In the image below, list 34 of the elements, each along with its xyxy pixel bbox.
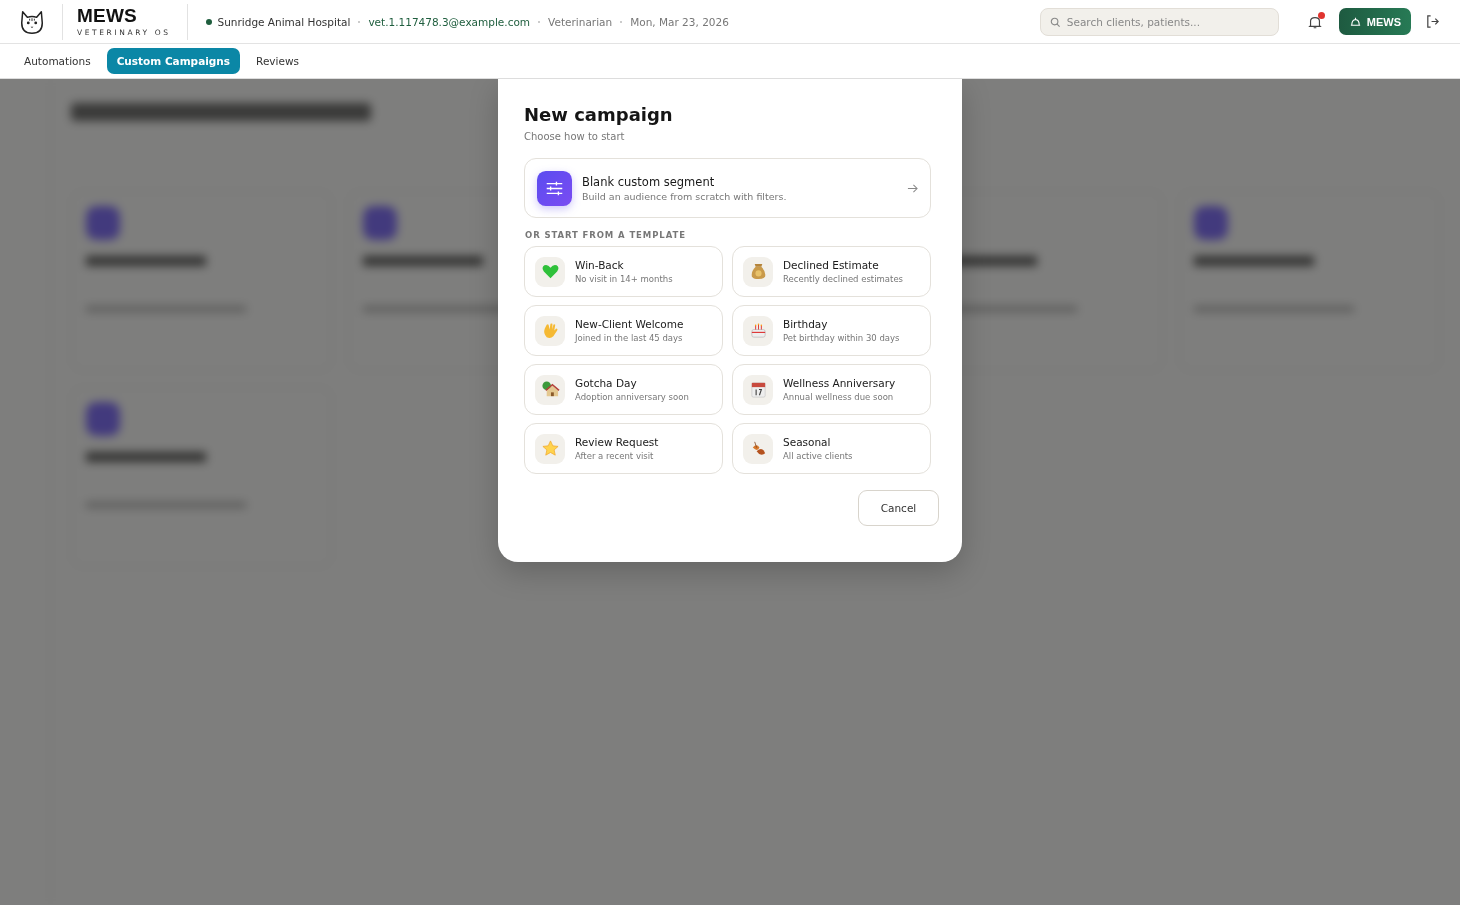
clinic-name: Sunridge Animal Hospital <box>217 15 351 28</box>
user-role: Veterinarian <box>548 15 613 28</box>
star-icon <box>540 439 560 458</box>
template-option[interactable]: Seasonal All active clients <box>732 423 931 474</box>
brand-name: MEWS <box>77 6 138 26</box>
logout-icon[interactable] <box>1425 14 1440 29</box>
sliders-icon <box>537 170 572 206</box>
search-field[interactable]: Search clients, patients... <box>1039 7 1279 36</box>
heart-icon <box>540 262 560 281</box>
template-option[interactable]: New-Client Welcome Joined in the last 45 days <box>524 305 723 356</box>
user-email: vet.1.117478.3@example.com <box>368 15 531 28</box>
tab[interactable]: Custom Campaigns <box>106 48 241 74</box>
tab[interactable]: Reviews <box>246 48 309 74</box>
arrow-right-icon <box>907 182 918 194</box>
cake-icon <box>748 321 768 340</box>
section-label: OR START FROM A TEMPLATE <box>525 230 686 240</box>
search-icon <box>1049 16 1061 28</box>
blank-segment-option[interactable]: Blank custom segment Build an audience from scratch with filters. <box>524 158 931 218</box>
template-option[interactable]: Review Request After a recent visit <box>524 423 723 474</box>
template-option[interactable]: Gotcha Day Adoption anniversary soon <box>524 364 723 415</box>
dialog-subtitle: Choose how to start <box>524 131 625 142</box>
current-date: Mon, Mar 23, 2026 <box>630 15 729 28</box>
cancel-button[interactable]: Cancel <box>858 490 939 526</box>
dialog-title: New campaign <box>524 103 673 127</box>
service-bell-icon <box>1348 15 1362 28</box>
template-option[interactable]: Birthday Pet birthday within 30 days <box>732 305 931 356</box>
template-option[interactable]: Declined Estimate Recently declined estimates <box>732 246 931 297</box>
template-option[interactable]: Wellness Anniversary Annual wellness due soon <box>732 364 931 415</box>
calendar-icon <box>748 380 768 399</box>
account-button[interactable]: MEWS <box>1338 8 1411 35</box>
template-option[interactable]: Win-Back No visit in 14+ months <box>524 246 723 297</box>
house-icon <box>540 380 560 399</box>
status-dot <box>205 18 212 25</box>
tab[interactable]: Automations <box>14 48 101 74</box>
